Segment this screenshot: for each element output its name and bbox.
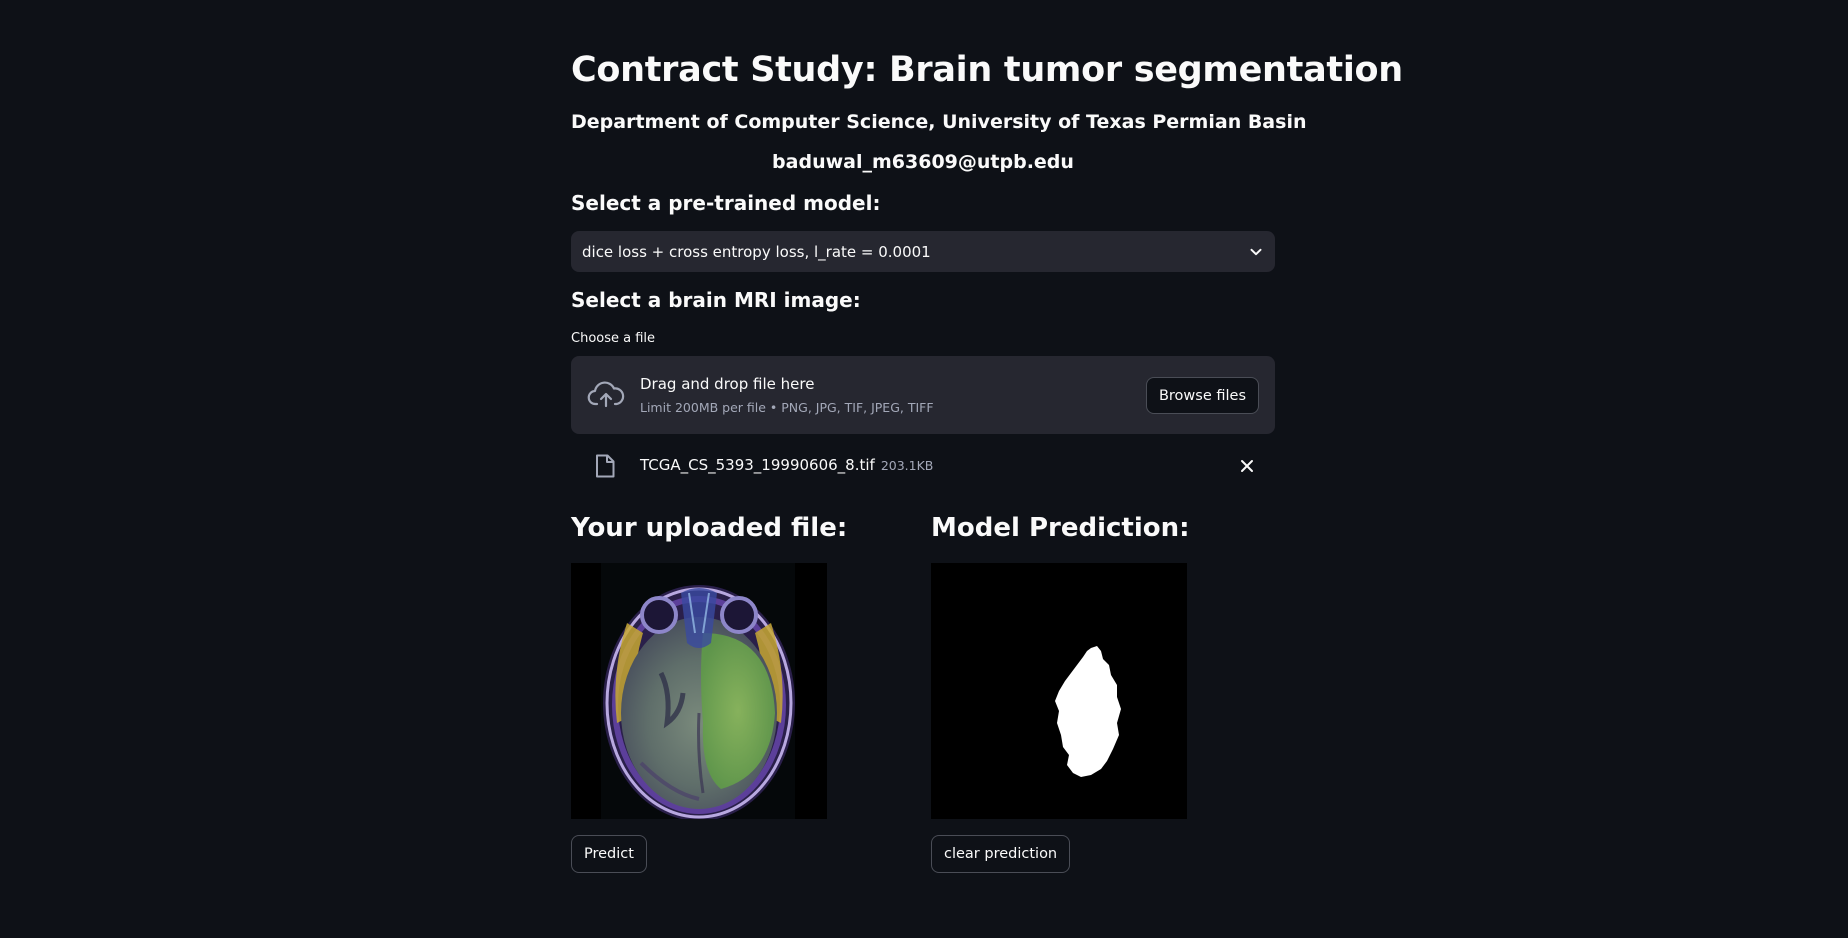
file-uploader-label: Choose a file (571, 331, 656, 346)
page-title: Contract Study: Brain tumor segmentation (571, 50, 1403, 90)
model-prediction-heading: Model Prediction: (931, 513, 1190, 543)
model-select-value: dice loss + cross entropy loss, l_rate =… (582, 242, 931, 261)
uploaded-mri-image (571, 563, 827, 819)
browse-files-button[interactable]: Browse files (1145, 377, 1259, 414)
email-text: baduwal_m63609@utpb.edu (772, 151, 1074, 173)
file-dropzone[interactable]: Drag and drop file here Limit 200MB per … (571, 356, 1275, 434)
model-select-label: Select a pre-trained model: (571, 191, 881, 215)
uploaded-file-heading: Your uploaded file: (571, 513, 848, 543)
uploaded-file-size: 203.1KB (880, 458, 934, 473)
uploaded-file-name: TCGA_CS_5393_19990606_8.tif (640, 456, 875, 474)
chevron-down-icon (1249, 245, 1263, 259)
file-icon (595, 454, 615, 482)
uploaded-file-item: TCGA_CS_5393_19990606_8.tif 203.1KB (571, 450, 1275, 482)
model-select[interactable]: dice loss + cross entropy loss, l_rate =… (571, 231, 1275, 272)
dropzone-limit: Limit 200MB per file • PNG, JPG, TIF, JP… (640, 400, 934, 415)
department-text: Department of Computer Science, Universi… (571, 111, 1307, 133)
predict-button[interactable]: Predict (571, 835, 647, 873)
dropzone-instruction: Drag and drop file here (640, 375, 815, 393)
close-icon[interactable] (1240, 458, 1254, 477)
mri-select-label: Select a brain MRI image: (571, 288, 861, 312)
clear-prediction-button[interactable]: clear prediction (931, 835, 1071, 873)
cloud-upload-icon (587, 378, 625, 414)
prediction-mask-image (931, 563, 1187, 819)
